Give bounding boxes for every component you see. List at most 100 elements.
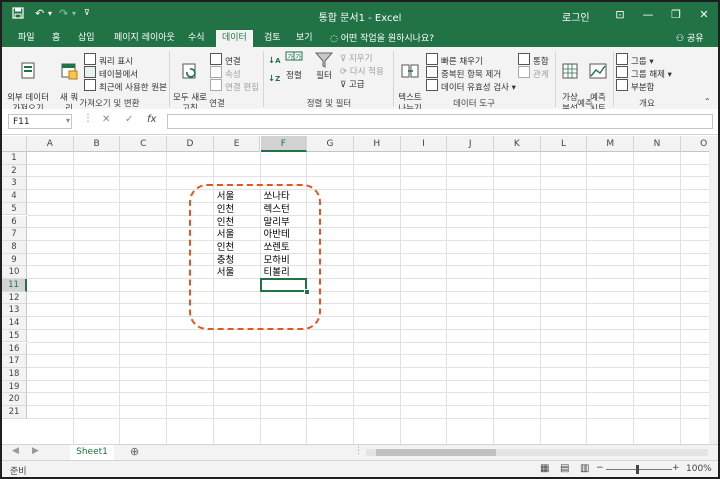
collapse-ribbon-icon[interactable]: ⌃ — [704, 95, 711, 108]
from-table-button[interactable]: 테이블에서 — [84, 66, 138, 80]
show-queries-button[interactable]: 쿼리 표시 — [84, 53, 133, 67]
connections-button[interactable]: 연결 — [210, 53, 241, 67]
column-header[interactable]: G — [307, 136, 354, 152]
zoom-in-button[interactable]: + — [672, 463, 680, 473]
row-header[interactable]: 11 — [2, 279, 27, 292]
row-header[interactable]: 17 — [2, 355, 27, 368]
row-header[interactable]: 2 — [2, 164, 27, 178]
row-header[interactable]: 19 — [2, 380, 27, 394]
normal-view-icon[interactable]: ▦ — [540, 463, 549, 474]
sort-az-icon[interactable]: ↓A — [268, 55, 281, 68]
reapply-button[interactable]: ⟳ 다시 적용 — [340, 66, 384, 79]
group-button[interactable]: 그룹 ▾ — [616, 53, 654, 67]
tab-insert[interactable]: 삽입 — [72, 30, 101, 47]
row-header[interactable]: 21 — [2, 406, 27, 419]
tab-page-layout[interactable]: 페이지 레이아웃 — [108, 30, 181, 47]
refresh-icon — [182, 63, 196, 79]
tab-data[interactable]: 데이터 — [216, 30, 253, 47]
cancel-icon[interactable]: ✕ — [102, 114, 110, 125]
tab-view[interactable]: 보기 — [290, 30, 319, 47]
column-header[interactable]: I — [400, 136, 448, 152]
row-header[interactable]: 10 — [2, 266, 27, 279]
row-header[interactable]: 5 — [2, 202, 27, 216]
row-header[interactable]: 4 — [2, 190, 27, 203]
horizontal-scrollbar[interactable] — [366, 449, 708, 456]
worksheet-grid[interactable]: A B C D E F G H I J K L M N O 1 2 3 4 5 6 7 8 9 10 11 12 13 14 15 16 17… — [2, 136, 718, 444]
advanced-button[interactable]: ⊽ 고급 — [340, 79, 365, 92]
sort-za-icon[interactable]: ↓Z — [268, 73, 280, 86]
row-header[interactable]: 18 — [2, 367, 27, 381]
name-box[interactable]: F11 — [8, 114, 72, 129]
edit-links-button[interactable]: 연결 편집 — [210, 79, 259, 93]
row-header[interactable]: 9 — [2, 253, 27, 267]
close-button[interactable]: ✕ — [690, 6, 718, 24]
login-link[interactable]: 로그인 — [562, 9, 590, 24]
scroll-right-icon[interactable]: ▶ — [32, 446, 39, 456]
remove-duplicates-button[interactable]: 중복된 항목 제거 — [426, 66, 501, 80]
zoom-slider[interactable] — [606, 469, 672, 470]
column-header[interactable]: A — [27, 136, 74, 152]
horizontal-scroll-thumb[interactable] — [376, 449, 496, 456]
tab-home[interactable]: 홈 — [46, 30, 66, 47]
recent-sources-button[interactable]: 최근에 사용한 원본 — [84, 79, 167, 93]
row-header[interactable]: 3 — [2, 177, 27, 191]
page-layout-view-icon[interactable]: ▤ — [560, 463, 569, 474]
column-header[interactable]: M — [587, 136, 635, 152]
sort-label: 정렬 — [286, 71, 302, 81]
column-header[interactable]: B — [73, 136, 121, 152]
page-break-view-icon[interactable]: ▥ — [580, 463, 589, 474]
row-header[interactable]: 15 — [2, 329, 27, 343]
row-header[interactable]: 16 — [2, 342, 27, 356]
zoom-slider-thumb[interactable] — [636, 465, 639, 474]
tab-formulas[interactable]: 수식 — [182, 30, 211, 47]
select-all-corner[interactable] — [2, 136, 27, 152]
add-sheet-icon[interactable]: ⊕ — [130, 445, 139, 458]
row-header[interactable]: 14 — [2, 317, 27, 330]
flash-fill-button[interactable]: 빠른 채우기 — [426, 53, 483, 67]
relationships-button[interactable]: 관계 — [518, 66, 549, 80]
column-header[interactable]: E — [213, 136, 261, 152]
ungroup-button[interactable]: 그룹 해제 ▾ — [616, 66, 672, 80]
column-header[interactable]: N — [634, 136, 681, 152]
column-header[interactable]: H — [353, 136, 401, 152]
column-header[interactable]: J — [447, 136, 494, 152]
gridline — [27, 290, 718, 292]
name-box-dropdown-icon[interactable]: ▾ — [66, 116, 70, 125]
row-header[interactable]: 6 — [2, 215, 27, 229]
tab-file[interactable]: 파일 — [12, 30, 41, 47]
data-validation-button[interactable]: 데이터 유효성 검사 ▾ — [426, 79, 516, 93]
tab-review[interactable]: 검토 — [258, 30, 287, 47]
filter-button[interactable]: 필터 — [312, 50, 336, 82]
row-header[interactable]: 12 — [2, 291, 27, 305]
column-header[interactable]: F — [260, 136, 308, 152]
zoom-level[interactable]: 100% — [686, 464, 712, 474]
sort-button[interactable]: 가가 정렬 — [282, 50, 306, 82]
consolidate-button[interactable]: 통합 — [518, 53, 549, 67]
minimize-button[interactable]: — — [634, 6, 662, 24]
enter-icon[interactable]: ✓ — [125, 114, 133, 125]
row-header[interactable]: 8 — [2, 240, 27, 254]
formula-options-icon[interactable]: ⋮ — [83, 113, 93, 124]
insert-function-icon[interactable]: fx — [147, 114, 156, 125]
row-header[interactable]: 1 — [2, 152, 27, 165]
restore-button[interactable]: ❐ — [662, 6, 690, 24]
properties-button[interactable]: 속성 — [210, 66, 241, 80]
vertical-scrollbar[interactable] — [709, 136, 718, 444]
ribbon-options-icon[interactable]: ⊡ — [606, 6, 634, 24]
formula-bar: F11 ▾ ⋮ ✕ ✓ fx — [2, 109, 718, 135]
zoom-out-button[interactable]: − — [596, 463, 604, 473]
get-external-data-button[interactable]: 외부 데이터 가져오기 — [6, 50, 50, 115]
row-header[interactable]: 20 — [2, 393, 27, 406]
subtotal-button[interactable]: 부분합 — [616, 79, 654, 93]
row-header[interactable]: 7 — [2, 228, 27, 241]
column-header[interactable]: D — [167, 136, 214, 152]
share-button[interactable]: ⚇ 공유 — [676, 31, 704, 44]
tell-me-box[interactable]: ◌ 어떤 작업을 원하시나요? — [330, 31, 434, 44]
column-header[interactable]: C — [120, 136, 168, 152]
column-header[interactable]: L — [540, 136, 588, 152]
row-header[interactable]: 13 — [2, 304, 27, 318]
scroll-left-icon[interactable]: ◀ — [12, 446, 19, 456]
column-header[interactable]: K — [494, 136, 541, 152]
formula-input[interactable] — [167, 114, 713, 129]
clear-button[interactable]: ⊽ 지우기 — [340, 53, 372, 66]
